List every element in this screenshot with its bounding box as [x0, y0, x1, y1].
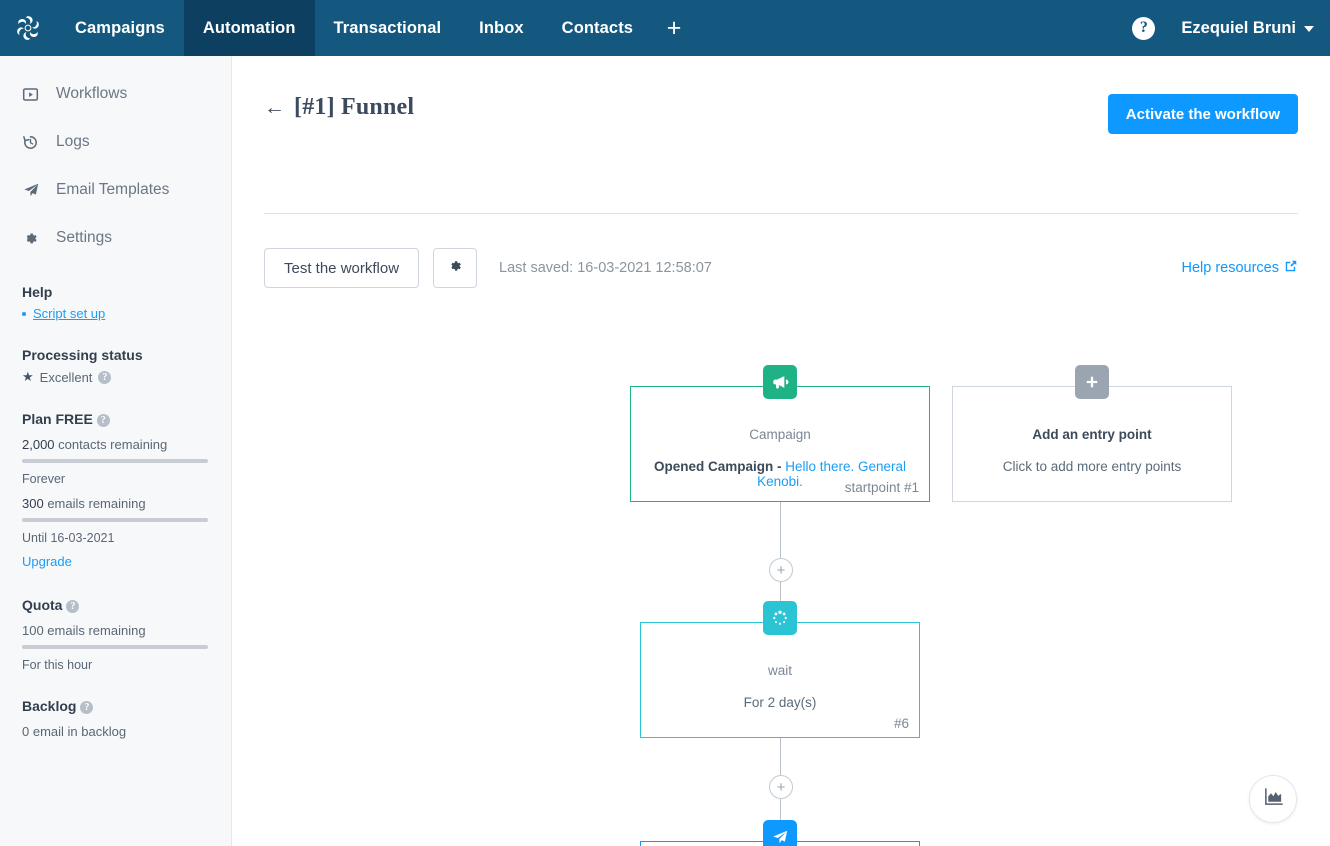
- workflow-node-add-entry-point[interactable]: Add an entry point Click to add more ent…: [952, 365, 1232, 502]
- node-id-label: #6: [893, 716, 909, 731]
- paper-plane-icon: [22, 181, 50, 199]
- back-arrow-icon[interactable]: ←: [264, 97, 285, 118]
- header-divider: [264, 213, 1298, 214]
- script-setup-link[interactable]: Script set up: [33, 306, 105, 321]
- sidebar-item-logs[interactable]: Logs: [0, 118, 231, 166]
- plan-heading: Plan FREE: [22, 411, 93, 427]
- backlog-value: 0 email in backlog: [22, 724, 127, 739]
- quota-progress-bar: [22, 645, 208, 649]
- sidebar: Workflows Logs Email Templates Settings …: [0, 56, 232, 846]
- main-content: ← [#1] Funnel Activate the workflow Test…: [232, 56, 1330, 846]
- workflow-settings-button[interactable]: [433, 248, 478, 288]
- plus-icon: [1075, 365, 1109, 399]
- sidebar-item-label: Email Templates: [56, 181, 170, 198]
- page-title-group: ← [#1] Funnel: [264, 94, 414, 121]
- nav-item-transactional[interactable]: Transactional: [315, 0, 461, 56]
- add-step-button[interactable]: +: [769, 558, 793, 582]
- plan-contacts-number: 2,000: [22, 437, 55, 452]
- processing-status-heading: Processing status: [22, 347, 143, 363]
- sidebar-item-email-templates[interactable]: Email Templates: [0, 166, 231, 214]
- star-icon: ★: [22, 369, 34, 384]
- node-type-label: wait: [767, 663, 792, 678]
- node-description: Click to add more entry points: [1002, 459, 1182, 474]
- external-link-icon: [1284, 259, 1298, 277]
- sidebar-item-label: Settings: [56, 229, 113, 246]
- gear-icon: [447, 258, 463, 279]
- plan-contacts-text: contacts remaining: [54, 437, 168, 452]
- node-description-prefix: Opened Campaign -: [653, 459, 786, 474]
- spinner-icon: [763, 601, 797, 635]
- backlog-heading-row: Backlog ?: [22, 698, 209, 714]
- page-header: ← [#1] Funnel Activate the workflow: [264, 94, 1298, 134]
- plan-emails-text: emails remaining: [43, 496, 146, 511]
- plan-contacts-period: Forever: [22, 472, 66, 486]
- sidebar-item-settings[interactable]: Settings: [0, 214, 231, 262]
- node-type-label: Add an entry point: [1032, 427, 1152, 442]
- plan-contacts-progress-bar: [22, 459, 208, 463]
- top-navigation-bar: Campaigns Automation Transactional Inbox…: [0, 0, 1330, 56]
- pinwheel-logo-icon: [17, 16, 39, 40]
- connector-line: [780, 502, 781, 558]
- workflow-canvas[interactable]: Campaign Opened Campaign - Hello there. …: [232, 306, 1330, 846]
- quota-period: For this hour: [22, 658, 93, 672]
- upgrade-link[interactable]: Upgrade: [22, 554, 72, 569]
- add-step-button[interactable]: +: [769, 775, 793, 799]
- area-chart-icon: [1263, 786, 1284, 812]
- sidebar-item-workflows[interactable]: Workflows: [0, 70, 231, 118]
- plan-contacts-line: 2,000 contacts remaining: [22, 437, 209, 452]
- megaphone-icon: [763, 365, 797, 399]
- question-mark-icon[interactable]: ?: [98, 370, 112, 384]
- plan-emails-progress-bar: [22, 518, 208, 522]
- workflow-node-campaign[interactable]: Campaign Opened Campaign - Hello there. …: [630, 365, 930, 502]
- backlog-heading: Backlog: [22, 698, 77, 714]
- processing-status-row: ★ Excellent ?: [22, 369, 209, 385]
- sidebar-item-label: Logs: [56, 133, 90, 150]
- nav-item-contacts[interactable]: Contacts: [543, 0, 652, 56]
- script-setup-row: Script set up: [22, 306, 209, 321]
- top-nav-right-group: ? Ezequiel Bruni: [1132, 0, 1330, 56]
- connector-line: [780, 738, 781, 775]
- sidebar-help-section: Help Script set up Processing status ★ E…: [0, 284, 231, 739]
- help-icon[interactable]: ?: [1132, 16, 1156, 40]
- plan-emails-line: 300 emails remaining: [22, 496, 209, 511]
- node-id-label: startpoint #1: [844, 480, 919, 495]
- last-saved-label: Last saved: 16-03-2021 12:58:07: [499, 260, 712, 276]
- play-box-icon: [22, 86, 50, 103]
- question-mark-icon[interactable]: ?: [80, 700, 94, 714]
- history-clock-icon: [22, 134, 50, 151]
- user-name-label: Ezequiel Bruni: [1181, 18, 1296, 37]
- workflow-toolbar: Test the workflow Last saved: 16-03-2021…: [264, 248, 1298, 288]
- user-menu[interactable]: Ezequiel Bruni: [1181, 19, 1314, 38]
- paper-plane-icon: [763, 820, 797, 846]
- bullet-icon: [22, 311, 26, 316]
- nav-item-campaigns[interactable]: Campaigns: [56, 0, 184, 56]
- nav-item-automation[interactable]: Automation: [183, 0, 315, 56]
- help-resources-link[interactable]: Help resources: [1181, 259, 1298, 277]
- help-resources-label: Help resources: [1181, 260, 1279, 276]
- activate-workflow-button[interactable]: Activate the workflow: [1107, 94, 1298, 134]
- node-description: For 2 day(s): [743, 695, 817, 710]
- add-nav-item-button[interactable]: +: [652, 0, 696, 56]
- quota-value: 100 emails remaining: [22, 623, 146, 638]
- plan-heading-row: Plan FREE ?: [22, 411, 209, 427]
- help-heading: Help: [22, 284, 53, 300]
- test-workflow-button[interactable]: Test the workflow: [264, 248, 420, 288]
- question-mark-icon[interactable]: ?: [96, 413, 110, 427]
- node-type-label: Campaign: [749, 427, 811, 442]
- sidebar-item-label: Workflows: [56, 85, 128, 102]
- quota-heading: Quota: [22, 597, 63, 613]
- workflow-stats-button[interactable]: [1249, 775, 1297, 823]
- nav-item-inbox[interactable]: Inbox: [460, 0, 543, 56]
- chevron-down-icon: [1304, 26, 1314, 32]
- page-title: [#1] Funnel: [294, 94, 415, 120]
- plan-emails-number: 300: [22, 496, 44, 511]
- gear-icon: [22, 230, 50, 247]
- plan-emails-period: Until 16-03-2021: [22, 531, 115, 545]
- workflow-node-send-email[interactable]: [640, 820, 920, 846]
- app-logo[interactable]: [0, 0, 56, 56]
- workflow-node-wait[interactable]: wait For 2 day(s) #6: [640, 601, 920, 738]
- quota-heading-row: Quota ?: [22, 597, 209, 613]
- question-mark-icon[interactable]: ?: [66, 599, 80, 613]
- processing-status-value: Excellent: [39, 369, 93, 385]
